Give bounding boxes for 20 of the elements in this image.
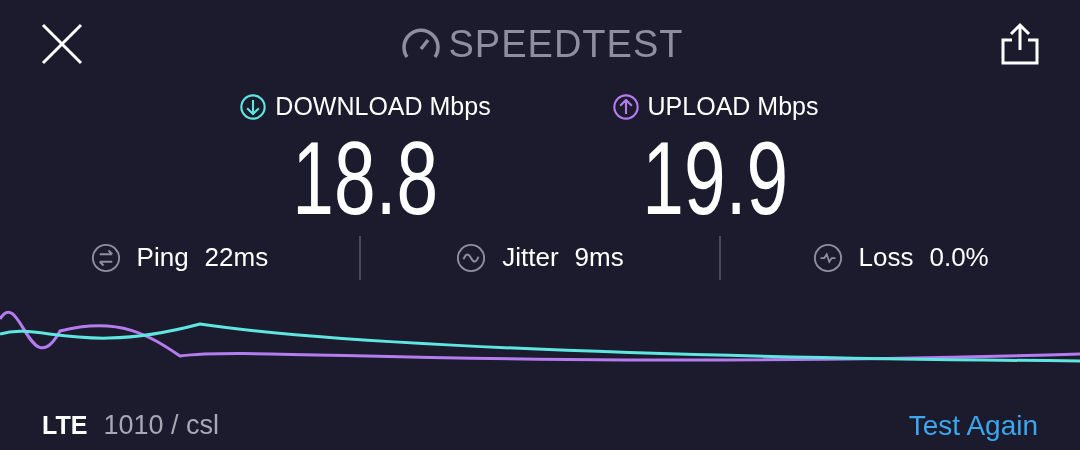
jitter-icon	[456, 242, 487, 273]
stat-value: 0.0%	[929, 241, 989, 274]
stat-label: Loss	[858, 241, 914, 274]
metric-label: DOWNLOAD Mbps	[275, 91, 491, 122]
provider-name: 1010 / csl	[103, 409, 219, 443]
loss-icon	[812, 242, 843, 273]
stat-value: 22ms	[204, 241, 269, 274]
gauge-icon	[400, 27, 441, 61]
stat-label: Jitter	[502, 241, 559, 274]
stat-label: Ping	[136, 241, 189, 274]
ping-icon	[90, 242, 121, 273]
metric-value: 18.8	[292, 125, 438, 230]
app-title: SPEEDTEST	[448, 21, 684, 67]
close-icon[interactable]	[40, 22, 84, 66]
share-icon[interactable]	[1000, 22, 1040, 66]
stat-value: 9ms	[574, 241, 624, 274]
metric-label: UPLOAD Mbps	[647, 91, 819, 122]
network-type: LTE	[42, 409, 88, 441]
metric-value: 19.9	[642, 125, 788, 230]
test-again-button[interactable]: Test Again	[908, 404, 1038, 447]
